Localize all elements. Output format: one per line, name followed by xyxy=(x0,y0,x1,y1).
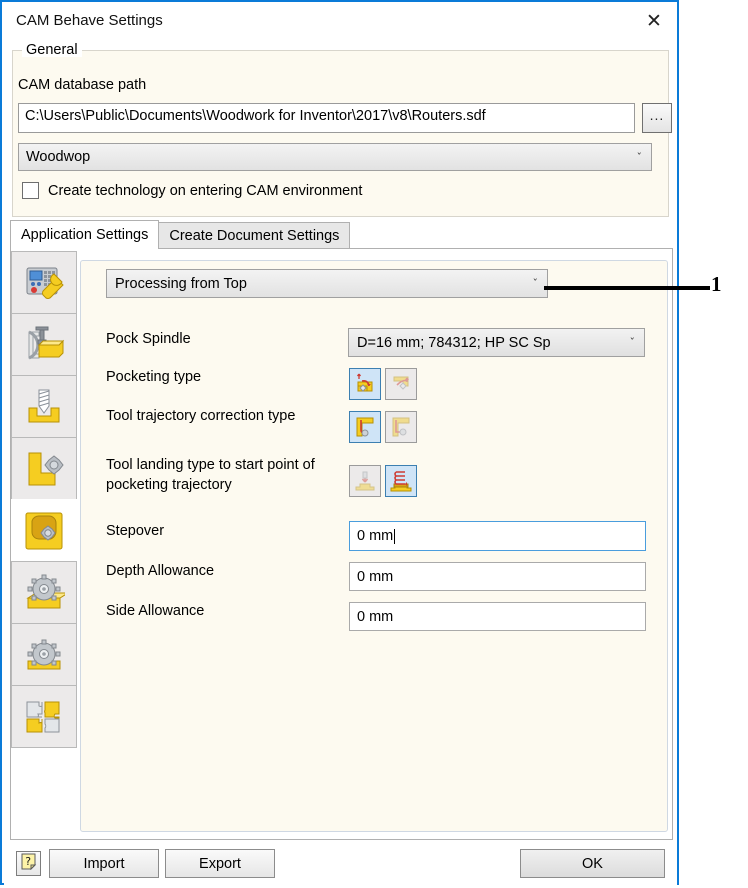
stepover-value: 0 mm xyxy=(357,528,394,544)
pocketing-inward-icon xyxy=(389,372,413,396)
landing-plunge-icon-button[interactable] xyxy=(349,465,381,497)
create-technology-checkbox-row[interactable]: Create technology on entering CAM enviro… xyxy=(22,182,362,199)
create-technology-label: Create technology on entering CAM enviro… xyxy=(48,182,363,199)
title-bar: CAM Behave Settings ✕ xyxy=(2,2,677,42)
page-title: CAM Behave Settings xyxy=(16,12,163,29)
sidebar-item-clamping[interactable] xyxy=(11,313,77,376)
depth-allowance-label: Depth Allowance xyxy=(106,563,215,579)
stepover-input[interactable]: 0 mm xyxy=(349,521,646,551)
post-processor-value: Woodwop xyxy=(26,149,91,165)
chevron-down-icon: ˇ xyxy=(636,150,643,164)
tab-application-settings[interactable]: Application Settings xyxy=(10,220,160,249)
cnc-machine-wrench-icon xyxy=(23,262,65,304)
pocketing-outward-icon xyxy=(353,372,377,396)
pocket-milling-icon xyxy=(23,510,65,552)
correction-off-icon xyxy=(389,415,413,439)
pock-spindle-value: D=16 mm; 784312; HP SC Sp xyxy=(357,334,551,351)
close-icon[interactable]: ✕ xyxy=(631,2,677,40)
tab-strip: Application Settings Create Document Set… xyxy=(10,220,351,249)
tab-create-document-settings[interactable]: Create Document Settings xyxy=(158,222,351,249)
import-button[interactable]: Import xyxy=(49,849,159,878)
help-button[interactable]: ? xyxy=(16,851,41,876)
cam-database-path-input[interactable]: C:\Users\Public\Documents\Woodwork for I… xyxy=(18,103,635,133)
dialog-footer: ? Import Export OK xyxy=(4,842,677,885)
saw-blade-groove-icon xyxy=(23,634,65,676)
pocketing-type-label: Pocketing type xyxy=(106,369,202,385)
landing-helical-icon-button[interactable] xyxy=(385,465,417,497)
callout-number-1: 1 xyxy=(711,272,722,296)
pock-spindle-label: Pock Spindle xyxy=(106,331,191,347)
puzzle-pieces-icon xyxy=(23,696,65,738)
operation-sidebar xyxy=(11,251,77,759)
side-allowance-input[interactable]: 0 mm xyxy=(349,602,646,631)
contour-cut-icon xyxy=(23,448,65,490)
ok-button[interactable]: OK xyxy=(520,849,665,878)
text-caret xyxy=(394,528,396,544)
post-processor-select[interactable]: Woodwop ˇ xyxy=(18,143,652,171)
tool-trajectory-correction-type-label: Tool trajectory correction type xyxy=(106,408,296,424)
saw-blade-cut-icon xyxy=(23,572,65,614)
chevron-down-icon: ˇ xyxy=(629,336,636,349)
pocketing-inward-icon-button[interactable] xyxy=(385,368,417,400)
sidebar-item-contour-milling[interactable] xyxy=(11,437,77,500)
correction-on-icon-button[interactable] xyxy=(349,411,381,443)
svg-text:?: ? xyxy=(25,855,31,868)
cam-behave-settings-dialog: CAM Behave Settings ✕ General CAM databa… xyxy=(0,0,679,885)
sidebar-item-drilling[interactable] xyxy=(11,375,77,438)
sidebar-item-grooving[interactable] xyxy=(11,623,77,686)
landing-plunge-icon xyxy=(353,469,377,493)
sidebar-item-machine-settings[interactable] xyxy=(11,251,77,314)
depth-allowance-input[interactable]: 0 mm xyxy=(349,562,646,591)
correction-on-icon xyxy=(353,415,377,439)
help-question-icon: ? xyxy=(20,853,37,874)
side-allowance-label: Side Allowance xyxy=(106,603,205,619)
landing-helical-icon xyxy=(389,469,413,493)
clamp-workpiece-icon xyxy=(23,324,65,366)
browse-button[interactable]: ... xyxy=(642,103,672,133)
create-technology-checkbox[interactable] xyxy=(22,182,39,199)
processing-from-value: Processing from Top xyxy=(115,275,247,292)
tool-landing-type-label: Tool landing type to start point of pock… xyxy=(106,457,315,493)
drill-bit-icon xyxy=(23,386,65,428)
pocketing-outward-icon-button[interactable] xyxy=(349,368,381,400)
callout-leader-line xyxy=(544,286,710,290)
stepover-label: Stepover xyxy=(106,523,165,539)
pock-spindle-select[interactable]: D=16 mm; 784312; HP SC Sp ˇ xyxy=(348,328,645,357)
sidebar-item-misc-operations[interactable] xyxy=(11,685,77,748)
general-groupbox-legend: General xyxy=(22,43,82,57)
processing-from-select[interactable]: Processing from Top ˇ xyxy=(106,269,548,298)
sidebar-item-pocketing[interactable] xyxy=(11,499,77,562)
correction-off-icon-button[interactable] xyxy=(385,411,417,443)
cam-database-path-label: CAM database path xyxy=(18,77,147,93)
export-button[interactable]: Export xyxy=(165,849,275,878)
sidebar-item-sawing[interactable] xyxy=(11,561,77,624)
